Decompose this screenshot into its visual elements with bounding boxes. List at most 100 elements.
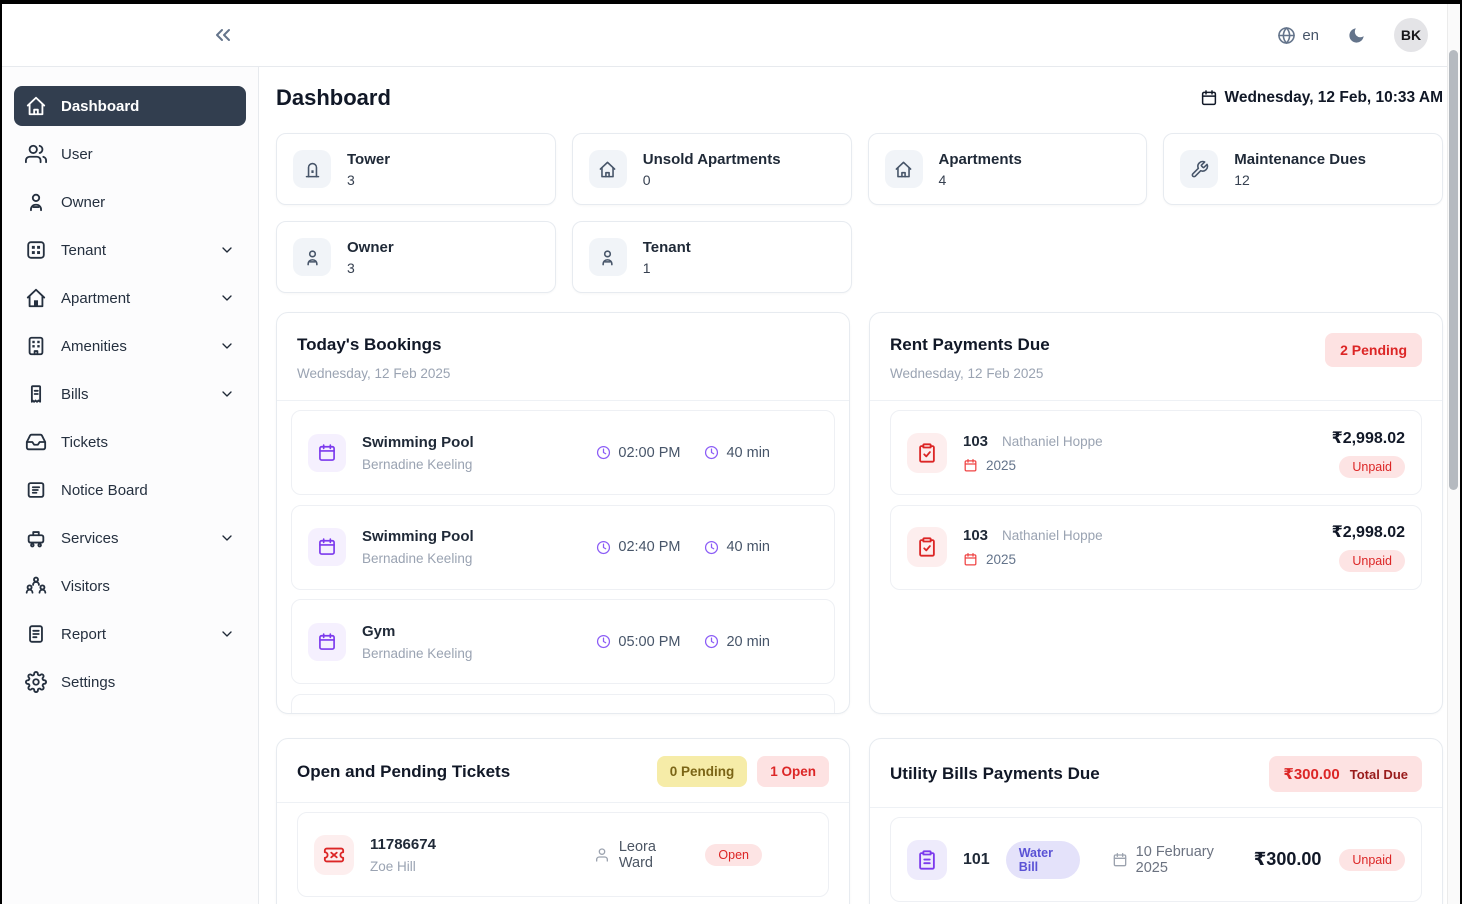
sidebar-item-label: Tickets [61, 434, 108, 451]
sidebar-item-label: Notice Board [61, 482, 148, 499]
clock-icon [704, 445, 719, 460]
booking-person: Bernadine Keeling [362, 646, 472, 661]
stat-icon [293, 238, 331, 276]
booking-time: 02:40 PM [618, 539, 680, 555]
pending-badge: 2 Pending [1325, 333, 1422, 367]
calendar-icon [963, 552, 978, 567]
booking-times: 02:00 PM 40 min [596, 445, 818, 461]
sidebar-item[interactable]: Tenant [14, 230, 246, 270]
open-badge: 1 Open [757, 756, 829, 787]
scrollbar-thumb[interactable] [1449, 50, 1458, 490]
rent-item[interactable]: 103 Nathaniel Hoppe 2025 ₹2,998.02 [890, 505, 1422, 590]
booking-name: Swimming Pool [362, 528, 474, 545]
booking-person: Bernadine Keeling [362, 457, 474, 472]
utility-panel-header: Utility Bills Payments Due ₹300.00 Total… [870, 739, 1442, 808]
rent-amount: ₹2,998.02 [1332, 428, 1405, 448]
todays-bookings-panel: Today's Bookings Wednesday, 12 Feb 2025 … [276, 312, 850, 714]
ticket-assignee: Leora Ward [594, 839, 690, 871]
calendar-icon [963, 458, 978, 473]
sidebar-item-icon [25, 335, 47, 357]
tickets-list: 11786674 Zoe Hill Leora Ward Open [277, 803, 849, 904]
sidebar-item[interactable]: Services [14, 518, 246, 558]
rent-payments-panel: Rent Payments Due Wednesday, 12 Feb 2025… [869, 312, 1443, 714]
status-badge: Unpaid [1339, 456, 1405, 478]
sidebar-item[interactable]: Owner [14, 182, 246, 222]
calendar-icon [308, 623, 346, 661]
bill-amount: ₹300.00 [1254, 849, 1322, 870]
stat-card: Apartments 4 [868, 133, 1148, 205]
sidebar-item-icon [25, 191, 47, 213]
stat-icon [589, 238, 627, 276]
sidebar-item-label: Tenant [61, 242, 106, 259]
ticket-item[interactable]: 11786674 Zoe Hill Leora Ward Open [297, 812, 829, 897]
rent-person: Nathaniel Hoppe [1002, 528, 1103, 543]
booking-item[interactable]: Swimming Pool Bernadine Keeling 02:00 PM [291, 410, 835, 495]
sidebar-collapse-button[interactable] [211, 23, 235, 47]
avatar[interactable]: BK [1394, 18, 1428, 52]
panel-subtitle: Wednesday, 12 Feb 2025 [890, 364, 1050, 384]
stat-label: Tenant [643, 239, 691, 256]
booking-item[interactable] [291, 694, 835, 714]
stat-card: Unsold Apartments 0 [572, 133, 852, 205]
dark-mode-toggle[interactable] [1347, 26, 1366, 45]
app-window: en BK Dashboard User Owner [0, 0, 1462, 904]
calendar-icon [1112, 852, 1128, 868]
sidebar-item-icon [25, 287, 47, 309]
ticket-person: Zoe Hill [370, 859, 578, 874]
bill-icon [907, 840, 947, 880]
sidebar-item-label: User [61, 146, 93, 163]
sidebar-item-icon [25, 431, 47, 453]
moon-icon [1347, 26, 1366, 45]
sidebar-item[interactable]: Bills [14, 374, 246, 414]
stat-card: Tower 3 [276, 133, 556, 205]
rent-list: 103 Nathaniel Hoppe 2025 ₹2,998.02 [870, 401, 1442, 713]
sidebar-item[interactable]: Tickets [14, 422, 246, 462]
bookings-list[interactable]: Swimming Pool Bernadine Keeling 02:00 PM [277, 401, 849, 713]
sidebar-item-icon [25, 239, 47, 261]
booking-duration: 20 min [726, 634, 770, 650]
clipboard-check-icon [907, 433, 947, 473]
language-selector[interactable]: en [1277, 26, 1319, 45]
clock-icon [704, 540, 719, 555]
stat-label: Owner [347, 239, 394, 256]
calendar-icon [1200, 89, 1218, 107]
bookings-panel-header: Today's Bookings Wednesday, 12 Feb 2025 [277, 313, 849, 401]
chevron-down-icon [219, 290, 235, 306]
stat-value: 0 [643, 172, 781, 188]
stat-label: Tower [347, 151, 390, 168]
sidebar-item[interactable]: Visitors [14, 566, 246, 606]
sidebar-item-label: Visitors [61, 578, 110, 595]
booking-item[interactable]: Swimming Pool Bernadine Keeling 02:40 PM [291, 505, 835, 590]
booking-duration: 40 min [726, 445, 770, 461]
sidebar-item-icon [25, 383, 47, 405]
sidebar-item[interactable]: Report [14, 614, 246, 654]
sidebar-item-icon [25, 623, 47, 645]
rent-period: 2025 [986, 458, 1016, 473]
language-label: en [1302, 27, 1319, 44]
rent-item[interactable]: 103 Nathaniel Hoppe 2025 ₹2,998.02 [890, 410, 1422, 495]
stat-icon [1180, 150, 1218, 188]
sidebar-item[interactable]: Notice Board [14, 470, 246, 510]
booking-item[interactable]: Gym Bernadine Keeling 05:00 PM [291, 599, 835, 684]
stat-card: Tenant 1 [572, 221, 852, 293]
tickets-panel-header: Open and Pending Tickets 0 Pending 1 Ope… [277, 739, 849, 803]
bill-unit: 101 [963, 851, 990, 869]
utility-bill-item[interactable]: 101 Water Bill 10 February 2025 ₹300.00 … [890, 817, 1422, 902]
stat-icon [293, 150, 331, 188]
chevron-down-icon [219, 242, 235, 258]
sidebar-item[interactable]: Settings [14, 662, 246, 702]
sidebar-item[interactable]: Amenities [14, 326, 246, 366]
sidebar-item[interactable]: Dashboard [14, 86, 246, 126]
utility-bills-panel: Utility Bills Payments Due ₹300.00 Total… [869, 738, 1443, 904]
page-scrollbar[interactable] [1447, 4, 1460, 904]
globe-icon [1277, 26, 1296, 45]
sidebar-item[interactable]: User [14, 134, 246, 174]
page-header: Dashboard Wednesday, 12 Feb, 10:33 AM [276, 83, 1443, 113]
clock-icon [596, 540, 611, 555]
sidebar-item[interactable]: Apartment [14, 278, 246, 318]
booking-time: 02:00 PM [618, 445, 680, 461]
status-badge: Open [705, 844, 762, 866]
panels-row-top: Today's Bookings Wednesday, 12 Feb 2025 … [276, 312, 1443, 714]
total-due-badge: ₹300.00 Total Due [1269, 756, 1422, 792]
stat-card: Owner 3 [276, 221, 556, 293]
